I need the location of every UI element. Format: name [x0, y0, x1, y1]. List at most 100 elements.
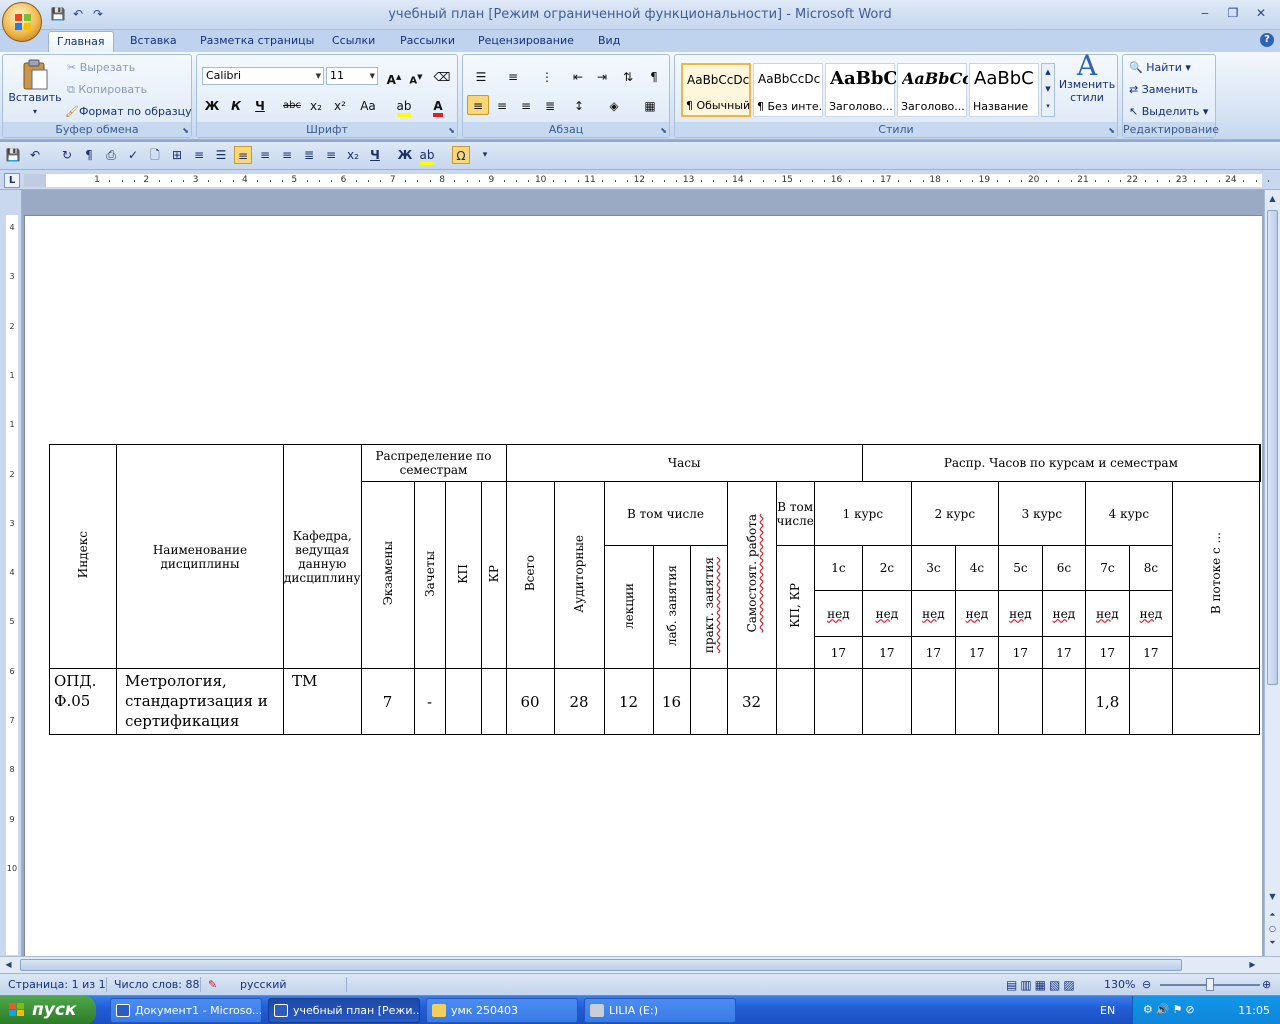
cell-prac[interactable]: [689, 668, 728, 735]
style-heading1[interactable]: AaBbC Заголово...: [825, 63, 896, 117]
undo-icon[interactable]: ↶: [26, 146, 44, 164]
redo-icon[interactable]: ↻: [58, 146, 76, 164]
bullets-icon[interactable]: ☰: [212, 146, 230, 164]
cell-s1[interactable]: [813, 668, 863, 735]
cell-aud[interactable]: 28: [553, 668, 605, 735]
style-no-spacing[interactable]: AaBbCcDc ¶ Без инте...: [753, 63, 823, 117]
change-styles-button[interactable]: A Изменить стили: [1057, 52, 1117, 105]
tab-insert[interactable]: Вставка: [122, 31, 185, 52]
paste-button[interactable]: Вставить ▾: [7, 59, 63, 118]
cell-name[interactable]: Метрология, стандартизация и сертификаци…: [116, 668, 284, 735]
minimize-button[interactable]: ‒: [1194, 4, 1216, 22]
justify-icon[interactable]: ≣: [539, 95, 561, 115]
style-normal[interactable]: AaBbCcDc ¶ Обычный: [681, 63, 751, 117]
zoom-out-icon[interactable]: ⊖: [1142, 978, 1151, 991]
highlight-button[interactable]: ab: [389, 95, 419, 117]
tab-view[interactable]: Вид: [590, 31, 628, 52]
style-title[interactable]: AaBbC Название: [969, 63, 1039, 117]
style-heading2[interactable]: AaBbCc Заголово...: [897, 63, 968, 117]
scroll-up-icon[interactable]: ▲: [1266, 192, 1279, 206]
cell-dept[interactable]: ТМ: [283, 668, 362, 735]
cell-s8[interactable]: [1128, 668, 1173, 735]
symbol-icon[interactable]: Ω: [452, 146, 470, 164]
increase-indent-icon[interactable]: ⇥: [591, 66, 613, 86]
vertical-scrollbar[interactable]: ▲ ▼ ⏶ ○ ⏷: [1264, 190, 1280, 956]
format-painter-button[interactable]: 🖌Формат по образцу: [65, 103, 192, 121]
scroll-down-icon[interactable]: ▼: [1266, 890, 1279, 904]
font-color-button[interactable]: A: [423, 95, 453, 117]
line-spacing-icon[interactable]: ↕: [565, 95, 593, 115]
view-buttons[interactable]: ▤▥▦▧▨: [1006, 978, 1078, 992]
task-drive[interactable]: LILIA (E:): [584, 998, 736, 1023]
curriculum-table[interactable]: Индекс Наименование дисциплины Кафедра, …: [49, 444, 1261, 735]
styles-scroll[interactable]: ▲ ▼ ▾: [1041, 63, 1055, 117]
paragraph-mark-icon[interactable]: ¶: [80, 146, 98, 164]
decrease-indent-icon[interactable]: ⇤: [567, 66, 589, 86]
align-right-icon[interactable]: ≡: [515, 95, 537, 115]
cell-total[interactable]: 60: [505, 668, 555, 735]
help-icon[interactable]: ?: [1260, 33, 1274, 47]
cell-kp[interactable]: [444, 668, 482, 735]
copy-button[interactable]: ⧉ Копировать: [67, 81, 147, 99]
font-family-select[interactable]: Calibri ▼: [202, 67, 324, 85]
scroll-right-icon[interactable]: ▶: [1246, 958, 1259, 972]
start-button[interactable]: пуск: [0, 996, 96, 1024]
select-button[interactable]: ↖ Выделить ▾: [1129, 103, 1208, 121]
justify-icon[interactable]: ≣: [300, 146, 318, 164]
multilevel-list-icon[interactable]: ⋮: [533, 66, 561, 86]
proofing-icon[interactable]: ✎: [208, 978, 217, 991]
task-curriculum[interactable]: учебный план [Режи...: [268, 998, 420, 1023]
word-count[interactable]: Число слов: 88: [114, 978, 200, 991]
tab-references[interactable]: Ссылки: [324, 31, 383, 52]
bold-icon[interactable]: Ж: [396, 146, 414, 164]
bold-button[interactable]: Ж: [201, 95, 223, 115]
save-icon[interactable]: 💾: [4, 146, 22, 164]
cell-s2[interactable]: [861, 668, 912, 735]
align-left-icon[interactable]: ≡: [234, 146, 252, 164]
align-left-icon[interactable]: ≡: [467, 95, 489, 115]
tab-page-layout[interactable]: Разметка страницы: [192, 31, 322, 52]
input-language[interactable]: EN: [1100, 1004, 1115, 1017]
shrink-font-button[interactable]: A▼: [405, 66, 427, 86]
office-button[interactable]: [2, 2, 42, 42]
cell-credits[interactable]: -: [413, 668, 446, 735]
cell-kr[interactable]: [480, 668, 507, 735]
tab-review[interactable]: Рецензирование: [470, 31, 582, 52]
customize-toolbar-icon[interactable]: ▾: [476, 146, 494, 164]
subscript-icon[interactable]: x₂: [344, 146, 362, 164]
font-size-select[interactable]: 11 ▼: [326, 67, 378, 85]
numbering-icon[interactable]: ≡: [190, 146, 208, 164]
dialog-launcher-icon[interactable]: ⬊: [1108, 126, 1115, 135]
align-center-icon[interactable]: ≡: [256, 146, 274, 164]
distributed-icon[interactable]: ≡: [322, 146, 340, 164]
replace-button[interactable]: ⇄ Заменить: [1129, 81, 1198, 99]
close-button[interactable]: ✕: [1250, 4, 1272, 22]
tab-selector-icon[interactable]: L: [4, 173, 20, 188]
bullets-icon[interactable]: ☰: [467, 66, 495, 86]
task-folder[interactable]: умк 250403: [426, 998, 578, 1023]
shading-icon[interactable]: ◈: [599, 95, 629, 115]
new-document-icon[interactable]: 🗋: [146, 146, 164, 164]
cell-lect[interactable]: 12: [603, 668, 654, 735]
next-page-icon[interactable]: ⏷: [1266, 936, 1279, 950]
cell-exams[interactable]: 7: [360, 668, 415, 735]
cell-self[interactable]: 32: [726, 668, 777, 735]
task-document1[interactable]: Документ1 - Microso...: [110, 998, 262, 1023]
dialog-launcher-icon[interactable]: ⬊: [182, 126, 189, 135]
numbering-icon[interactable]: ≡: [499, 66, 527, 86]
previous-page-icon[interactable]: ⏶: [1266, 908, 1279, 922]
document-area[interactable]: Индекс Наименование дисциплины Кафедра, …: [22, 190, 1264, 956]
align-center-icon[interactable]: ≡: [491, 95, 513, 115]
scroll-left-icon[interactable]: ◀: [2, 958, 15, 972]
subscript-button[interactable]: x₂: [305, 95, 327, 115]
underline-icon[interactable]: Ч: [366, 146, 384, 164]
superscript-button[interactable]: x²: [329, 95, 351, 115]
show-marks-icon[interactable]: ¶: [643, 66, 665, 86]
highlight-icon[interactable]: ab: [418, 146, 436, 165]
cell-s5[interactable]: [997, 668, 1043, 735]
scroll-thumb[interactable]: [1267, 210, 1278, 685]
zoom-level[interactable]: 130%: [1104, 978, 1135, 991]
tray-icons[interactable]: ⚙🔊⚑⊘: [1143, 1003, 1198, 1016]
ruler-strip[interactable]: 1 2 3 4 5 6 7 8 9 10 11 12 13 14 15 16 17 18 19 20 21 22 23 24: [24, 174, 1269, 187]
clock[interactable]: 11:05: [1238, 1004, 1270, 1017]
